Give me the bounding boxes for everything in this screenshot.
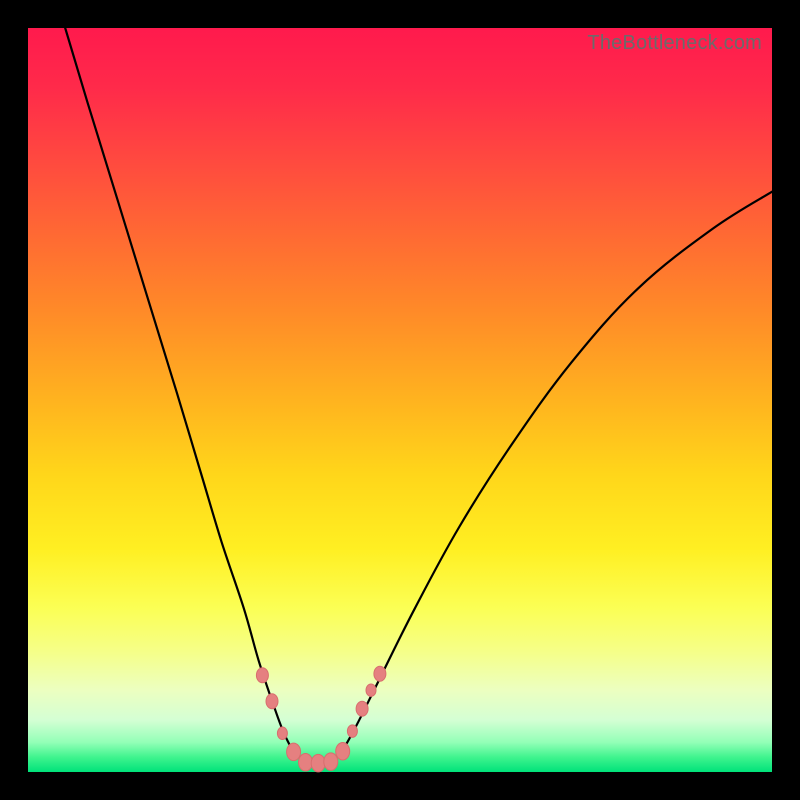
curve-marker (266, 694, 278, 709)
curve-marker (347, 725, 357, 738)
chart-plot-area: TheBottleneck.com (28, 28, 772, 772)
curve-marker (311, 754, 325, 772)
curve-marker (277, 727, 287, 740)
curve-marker (256, 668, 268, 683)
curve-marker (299, 754, 313, 772)
curve-marker (287, 743, 301, 761)
curve-marker (356, 701, 368, 716)
curve-marker (336, 742, 350, 760)
marker-layer (256, 666, 386, 772)
bottleneck-curve (65, 28, 772, 764)
curve-marker (324, 753, 338, 771)
curve-layer (28, 28, 772, 772)
chart-frame: TheBottleneck.com (0, 0, 800, 800)
curve-marker (374, 666, 386, 681)
curve-marker (366, 684, 376, 697)
